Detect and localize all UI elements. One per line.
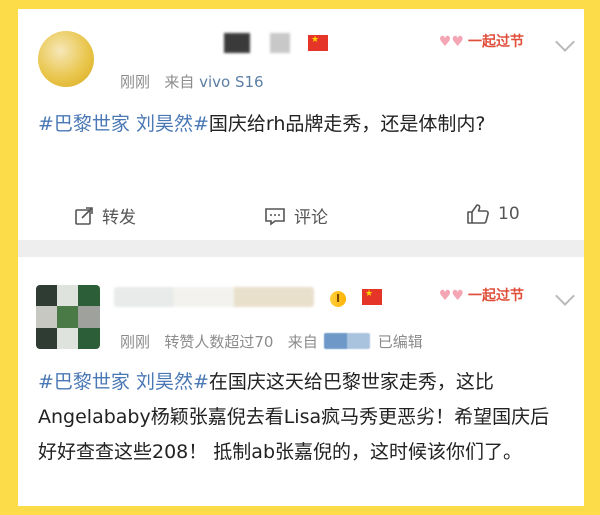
chevron-down-icon[interactable] [555, 32, 575, 52]
username-blurred[interactable] [114, 33, 314, 53]
holiday-badge: ♥♥ 一起过节 [438, 34, 524, 50]
post-time: 刚刚 [120, 333, 151, 351]
chevron-down-icon[interactable] [555, 286, 575, 306]
user-avatar[interactable] [36, 285, 100, 349]
post-content: #巴黎世家 刘昊然#在国庆这天给巴黎世家走秀，这比Angelababy杨颖张嘉倪… [38, 365, 564, 470]
divider [18, 240, 584, 257]
post-card: ★ 刚刚 来自 vivo S16 ♥♥ 一起过节 #巴黎世家 刘昊然#国庆给rh品… [18, 9, 584, 240]
hearts-icon: ♥♥ [438, 288, 464, 304]
flag-icon: ★ [308, 35, 328, 51]
comment-icon [265, 207, 285, 226]
repost-icon [75, 206, 93, 225]
source-device[interactable]: vivo S16 [199, 73, 263, 91]
like-icon [467, 204, 489, 224]
source-device-blurred[interactable] [323, 333, 370, 349]
hashtag-link[interactable]: #巴黎世家 刘昊然# [38, 371, 209, 393]
source-prefix: 来自 [287, 333, 318, 351]
user-level-badge: I [330, 291, 347, 307]
source-prefix: 来自 [164, 73, 195, 91]
weibo-feed: ★ 刚刚 来自 vivo S16 ♥♥ 一起过节 #巴黎世家 刘昊然#国庆给rh品… [18, 9, 584, 506]
action-bar: 转发 评论 10 [18, 193, 584, 237]
flag-icon: ★ [362, 289, 382, 305]
post-time: 刚刚 [120, 73, 151, 91]
post-meta: 刚刚 来自 vivo S16 [120, 71, 264, 92]
comment-button[interactable]: 评论 [264, 203, 328, 228]
post-meta: 刚刚 转赞人数超过70 来自 已编辑 [120, 331, 423, 352]
post-card: I ★ 刚刚 转赞人数超过70 来自 已编辑 ♥♥ 一起过节 #巴黎世家 刘昊然#在… [18, 257, 584, 506]
like-button[interactable]: 10 [466, 203, 520, 225]
post-text: 国庆给rh品牌走秀，还是体制内? [208, 113, 486, 135]
user-avatar[interactable] [38, 31, 94, 87]
holiday-badge: ♥♥ 一起过节 [438, 288, 524, 304]
edited-label: 已编辑 [377, 333, 423, 351]
hashtag-link[interactable]: #巴黎世家 刘昊然# [38, 113, 209, 135]
likes-info: 转赞人数超过70 [164, 333, 274, 351]
post-content: #巴黎世家 刘昊然#国庆给rh品牌走秀，还是体制内? [38, 107, 564, 141]
username-blurred[interactable] [114, 287, 314, 307]
hearts-icon: ♥♥ [438, 34, 464, 50]
repost-button[interactable]: 转发 [74, 203, 136, 228]
